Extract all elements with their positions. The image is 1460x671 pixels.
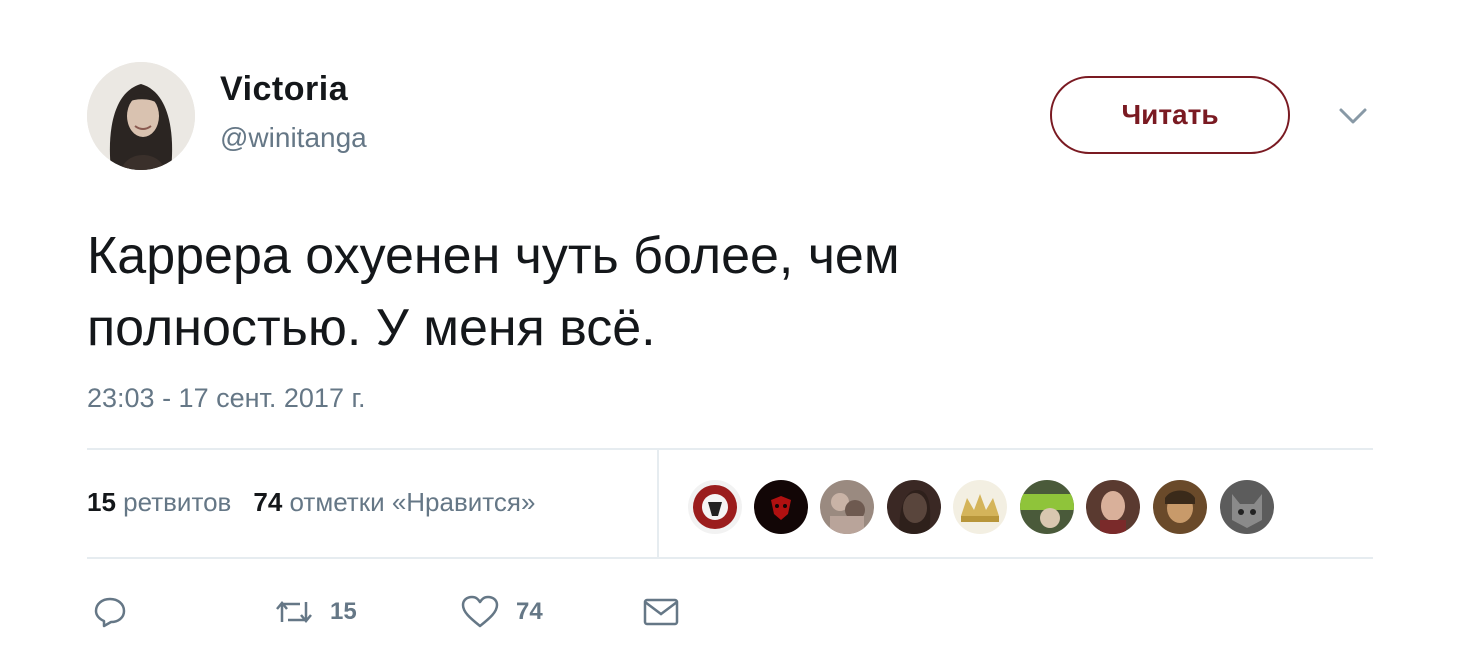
- liker-avatar-6[interactable]: [1018, 478, 1076, 536]
- tweet-text-line-2: полностью. У меня всё.: [87, 299, 656, 357]
- likes-label: отметки «Нравится»: [289, 487, 536, 517]
- author-handle[interactable]: @winitanga: [220, 122, 367, 154]
- liker-avatar-2[interactable]: [752, 478, 810, 536]
- liker-avatar-1[interactable]: [686, 478, 744, 536]
- tweet-timestamp[interactable]: 23:03 - 17 сент. 2017 г.: [87, 383, 366, 414]
- liker-avatar-7[interactable]: [1084, 478, 1142, 536]
- liker-avatar-3[interactable]: [818, 478, 876, 536]
- like-button[interactable]: 74: [460, 592, 543, 632]
- stats-divider: [657, 450, 659, 557]
- author-display-name[interactable]: Victoria: [220, 70, 348, 109]
- tweet-text: Каррера охуенен чуть более, чем полность…: [87, 220, 1137, 364]
- retweets-count: 15: [87, 487, 116, 517]
- liker-avatar-8[interactable]: [1151, 478, 1209, 536]
- envelope-icon: [643, 598, 679, 626]
- follow-button[interactable]: Читать: [1050, 76, 1290, 154]
- liker-avatar-4[interactable]: [885, 478, 943, 536]
- chevron-down-icon[interactable]: [1336, 104, 1370, 128]
- divider-bottom: [87, 557, 1373, 559]
- liker-avatar-9[interactable]: [1218, 478, 1276, 536]
- retweet-icon: [276, 601, 312, 623]
- retweets-label: ретвитов: [123, 487, 232, 517]
- tweet-text-line-1: Каррера охуенен чуть более, чем: [87, 227, 900, 285]
- author-avatar[interactable]: [87, 62, 195, 170]
- retweet-count: 15: [330, 598, 357, 625]
- direct-message-button[interactable]: [642, 592, 680, 632]
- retweet-button[interactable]: 15: [274, 592, 357, 632]
- like-count: 74: [516, 598, 543, 625]
- heart-icon: [461, 595, 499, 628]
- liker-avatar-5[interactable]: [951, 478, 1009, 536]
- reply-icon: [94, 597, 126, 628]
- retweets-stat[interactable]: 15 ретвитов: [87, 487, 231, 517]
- likes-count: 74: [253, 487, 283, 517]
- reply-button[interactable]: [92, 592, 128, 632]
- divider-top: [87, 448, 1373, 450]
- tweet-stats: 15 ретвитов 74 отметки «Нравится»: [87, 487, 535, 518]
- likes-stat[interactable]: 74 отметки «Нравится»: [253, 487, 535, 517]
